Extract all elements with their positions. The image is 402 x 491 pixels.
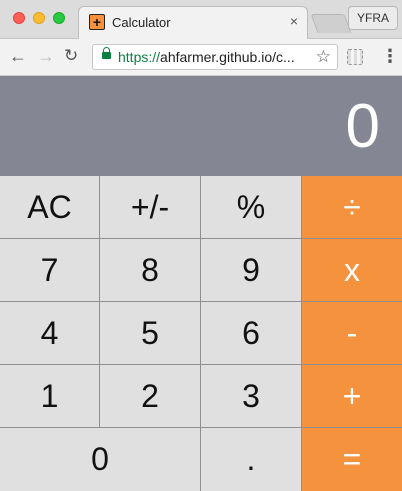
calculator-display: 0 [0, 76, 402, 176]
calculator-keypad: AC +/- % ÷ 7 8 9 x 4 5 6 - 1 2 3 + 0 . = [0, 176, 402, 491]
display-value: 0 [345, 92, 380, 161]
forward-arrow-icon[interactable]: → [37, 46, 55, 66]
zoom-window-button[interactable] [53, 12, 65, 24]
url-scheme: https:// [118, 49, 161, 65]
decimal-point-button[interactable]: . [201, 428, 302, 491]
new-tab-button[interactable] [310, 14, 352, 33]
digit-8-button[interactable]: 8 [100, 239, 201, 302]
profile-button[interactable]: YFRA [348, 6, 398, 30]
reload-icon[interactable]: ↻ [64, 46, 78, 66]
window-controls [13, 12, 65, 24]
subtract-button[interactable]: - [302, 302, 402, 365]
browser-tab-strip: + Calculator × YFRA [0, 0, 402, 39]
digit-2-button[interactable]: 2 [100, 365, 201, 428]
digit-3-button[interactable]: 3 [201, 365, 302, 428]
digit-5-button[interactable]: 5 [100, 302, 201, 365]
browser-tab[interactable]: + Calculator × [78, 6, 308, 39]
bookmark-star-icon[interactable]: ☆ [316, 47, 331, 67]
digit-0-button[interactable]: 0 [0, 428, 201, 491]
digit-7-button[interactable]: 7 [0, 239, 100, 302]
url-text[interactable]: https://ahfarmer.github.io/c... [118, 49, 308, 65]
tab-close-icon[interactable]: × [290, 13, 298, 29]
equals-button[interactable]: = [302, 428, 402, 491]
back-arrow-icon[interactable]: ← [9, 46, 27, 66]
browser-menu-icon[interactable]: ⋮ [381, 46, 399, 67]
digit-4-button[interactable]: 4 [0, 302, 100, 365]
address-bar[interactable]: https://ahfarmer.github.io/c... ☆ [92, 44, 338, 70]
browser-toolbar: ← → ↻ https://ahfarmer.github.io/c... ☆ … [0, 39, 402, 76]
toggle-sign-button[interactable]: +/- [100, 176, 201, 239]
minimize-window-button[interactable] [33, 12, 45, 24]
add-button[interactable]: + [302, 365, 402, 428]
divide-button[interactable]: ÷ [302, 176, 402, 239]
extension-icon[interactable] [347, 49, 363, 65]
percent-button[interactable]: % [201, 176, 302, 239]
all-clear-button[interactable]: AC [0, 176, 100, 239]
digit-1-button[interactable]: 1 [0, 365, 100, 428]
digit-9-button[interactable]: 9 [201, 239, 302, 302]
url-host: ahfarmer.github.io/c... [160, 49, 295, 65]
multiply-button[interactable]: x [302, 239, 402, 302]
calculator-favicon-icon: + [89, 14, 105, 30]
tab-title: Calculator [112, 15, 171, 30]
lock-icon [102, 47, 111, 59]
digit-6-button[interactable]: 6 [201, 302, 302, 365]
close-window-button[interactable] [13, 12, 25, 24]
